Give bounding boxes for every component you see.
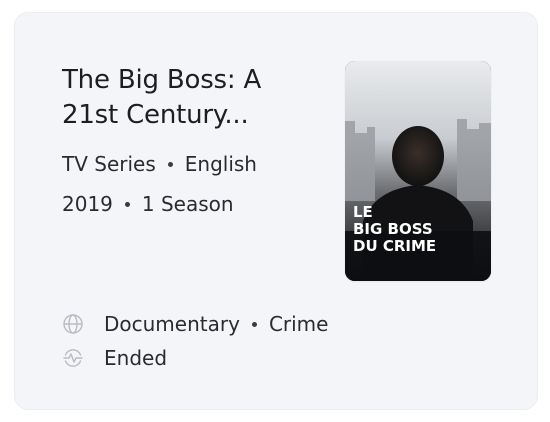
show-language: English xyxy=(184,152,257,176)
show-info: The Big Boss: A 21st Century... TV Serie… xyxy=(62,63,322,219)
show-title[interactable]: The Big Boss: A 21st Century... xyxy=(62,63,322,133)
poster-text-line3: DU CRIME xyxy=(353,237,436,255)
poster-text-line2: BIG BOSS xyxy=(353,220,433,238)
show-poster[interactable]: LE BIG BOSS DU CRIME xyxy=(345,61,491,281)
show-details: Documentary Crime Ended xyxy=(62,307,328,375)
show-seasons: 1 Season xyxy=(141,192,234,216)
status-row: Ended xyxy=(62,341,328,375)
meta-row-year-seasons: 2019 1 Season xyxy=(62,189,322,219)
separator-dot xyxy=(124,201,130,207)
show-status: Ended xyxy=(104,346,168,370)
genre-1: Documentary xyxy=(104,312,240,336)
separator-dot xyxy=(251,321,257,327)
pulse-icon xyxy=(62,347,84,369)
genre-2: Crime xyxy=(268,312,329,336)
meta-row-type-language: TV Series English xyxy=(62,149,322,179)
poster-text-line1: LE xyxy=(353,203,373,221)
separator-dot xyxy=(167,161,173,167)
genre-row: Documentary Crime xyxy=(62,307,328,341)
show-card[interactable]: The Big Boss: A 21st Century... TV Serie… xyxy=(14,12,538,410)
show-year: 2019 xyxy=(62,192,113,216)
globe-icon xyxy=(62,313,84,335)
show-type: TV Series xyxy=(62,152,156,176)
